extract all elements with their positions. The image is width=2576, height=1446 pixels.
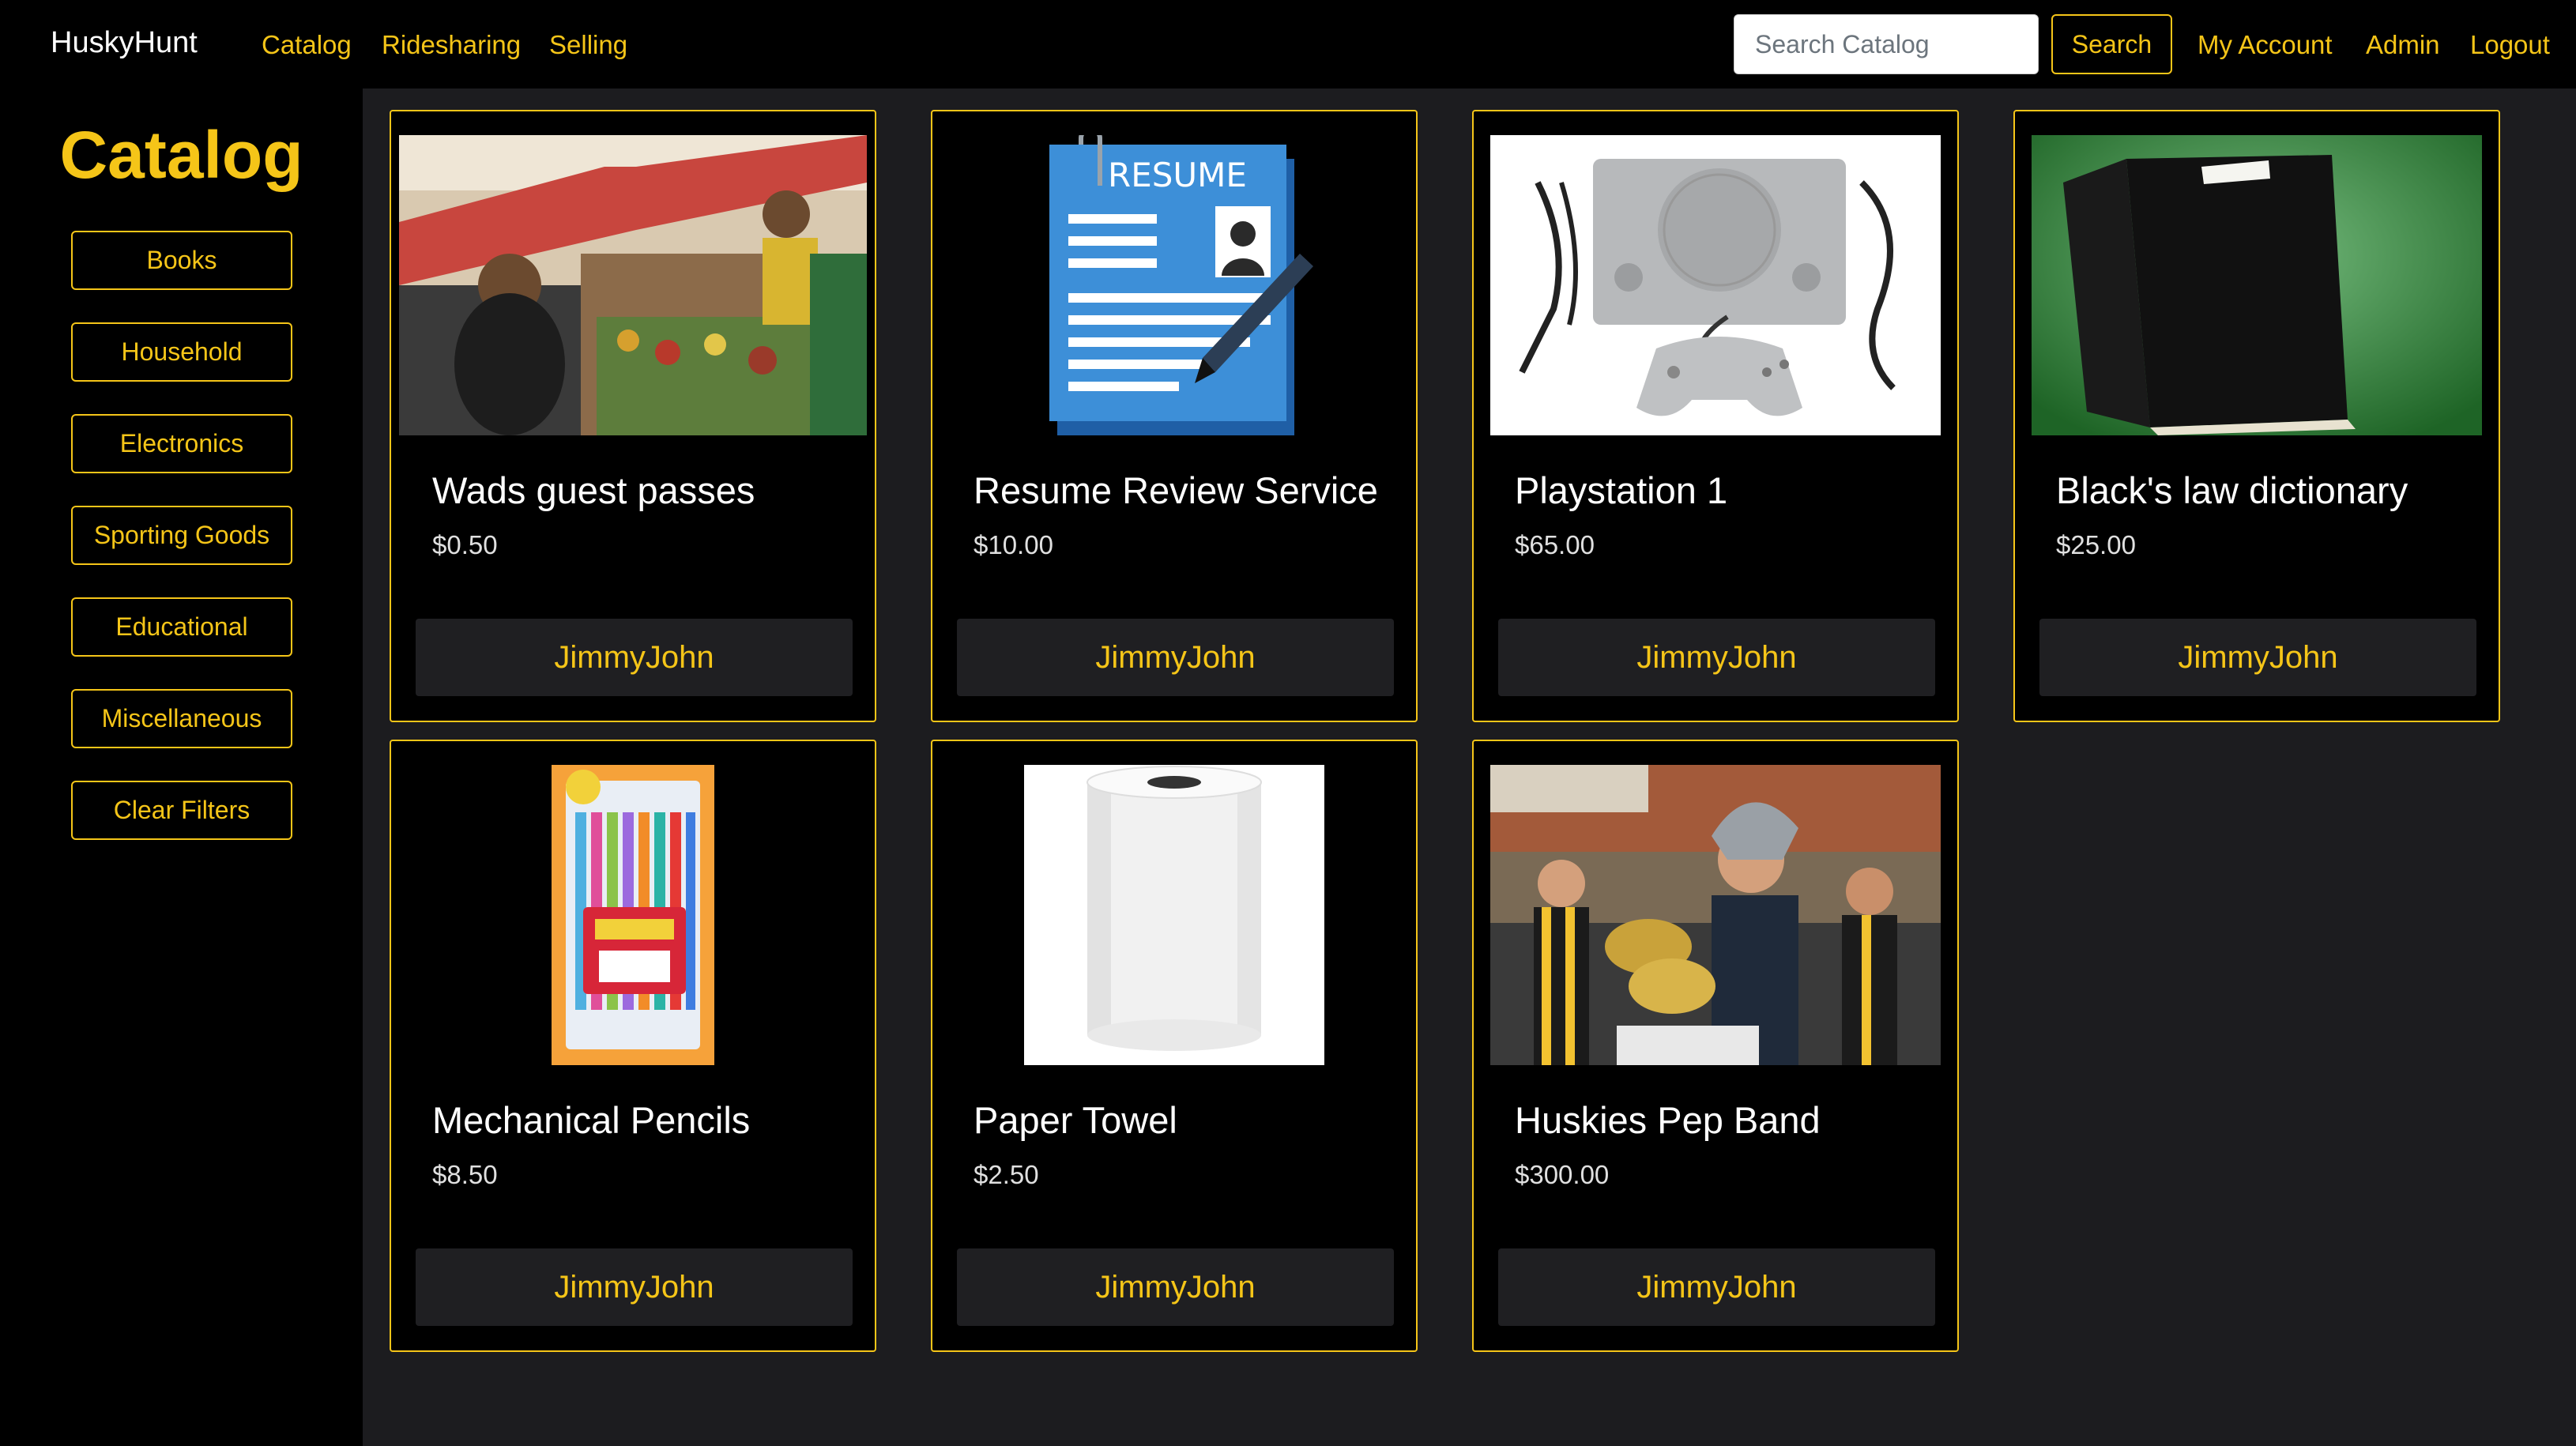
sidebar-title: Catalog	[59, 118, 303, 192]
category-button-miscellaneous[interactable]: Miscellaneous	[71, 689, 292, 748]
item-title[interactable]: Black's law dictionary	[2056, 469, 2408, 512]
brand-logo[interactable]: HuskyHunt	[51, 26, 198, 60]
category-button-electronics[interactable]: Electronics	[71, 414, 292, 473]
item-title[interactable]: Resume Review Service	[974, 469, 1378, 512]
category-sidebar: Catalog Books Household Electronics Spor…	[0, 88, 363, 1446]
item-title[interactable]: Mechanical Pencils	[432, 1098, 750, 1142]
item-title[interactable]: Huskies Pep Band	[1515, 1098, 1821, 1142]
seller-button[interactable]: JimmyJohn	[416, 619, 853, 696]
item-card[interactable]: Wads guest passes $0.50 JimmyJohn	[390, 110, 876, 722]
resume-heading-text: RESUME	[1108, 156, 1247, 194]
item-image-paper-towel[interactable]	[940, 765, 1408, 1065]
item-title[interactable]: Paper Towel	[974, 1098, 1177, 1142]
item-title[interactable]: Wads guest passes	[432, 469, 755, 512]
item-price: $2.50	[974, 1160, 1039, 1189]
category-button-books[interactable]: Books	[71, 231, 292, 290]
nav-link-my-account[interactable]: My Account	[2198, 30, 2333, 60]
item-title[interactable]: Playstation 1	[1515, 469, 1727, 512]
seller-button[interactable]: JimmyJohn	[416, 1248, 853, 1326]
item-price: $25.00	[2056, 530, 2136, 559]
item-price: $8.50	[432, 1160, 498, 1189]
item-image-playstation[interactable]	[1482, 135, 1949, 435]
seller-button[interactable]: JimmyJohn	[2039, 619, 2476, 696]
clear-filters-button[interactable]: Clear Filters	[71, 781, 292, 840]
item-image-pep-band[interactable]	[1482, 765, 1949, 1065]
nav-link-selling[interactable]: Selling	[549, 30, 627, 60]
item-price: $300.00	[1515, 1160, 1610, 1189]
item-card[interactable]: Huskies Pep Band $300.00 JimmyJohn	[1472, 740, 1959, 1352]
item-card[interactable]: RESUME Resume Review Service $10.00 Jimm…	[931, 110, 1418, 722]
nav-link-ridesharing[interactable]: Ridesharing	[382, 30, 521, 60]
item-image-pencils[interactable]	[399, 765, 867, 1065]
nav-link-catalog[interactable]: Catalog	[262, 30, 352, 60]
category-button-educational[interactable]: Educational	[71, 597, 292, 657]
item-price: $10.00	[974, 530, 1053, 559]
seller-button[interactable]: JimmyJohn	[1498, 1248, 1935, 1326]
search-button[interactable]: Search	[2051, 14, 2172, 74]
search-input[interactable]	[1734, 14, 2039, 74]
item-image-cafeteria[interactable]	[399, 135, 867, 435]
category-button-household[interactable]: Household	[71, 322, 292, 382]
item-image-dictionary[interactable]	[2023, 135, 2491, 435]
item-card[interactable]: Mechanical Pencils $8.50 JimmyJohn	[390, 740, 876, 1352]
seller-button[interactable]: JimmyJohn	[957, 1248, 1394, 1326]
item-price: $65.00	[1515, 530, 1595, 559]
item-image-resume[interactable]: RESUME	[940, 135, 1408, 435]
item-card[interactable]: Playstation 1 $65.00 JimmyJohn	[1472, 110, 1959, 722]
nav-link-admin[interactable]: Admin	[2366, 30, 2440, 60]
item-card[interactable]: Paper Towel $2.50 JimmyJohn	[931, 740, 1418, 1352]
item-price: $0.50	[432, 530, 498, 559]
seller-button[interactable]: JimmyJohn	[957, 619, 1394, 696]
top-navbar: HuskyHunt Catalog Ridesharing Selling Se…	[0, 0, 2576, 88]
item-card[interactable]: Black's law dictionary $25.00 JimmyJohn	[2013, 110, 2500, 722]
category-button-sporting-goods[interactable]: Sporting Goods	[71, 506, 292, 565]
seller-button[interactable]: JimmyJohn	[1498, 619, 1935, 696]
nav-link-logout[interactable]: Logout	[2470, 30, 2550, 60]
